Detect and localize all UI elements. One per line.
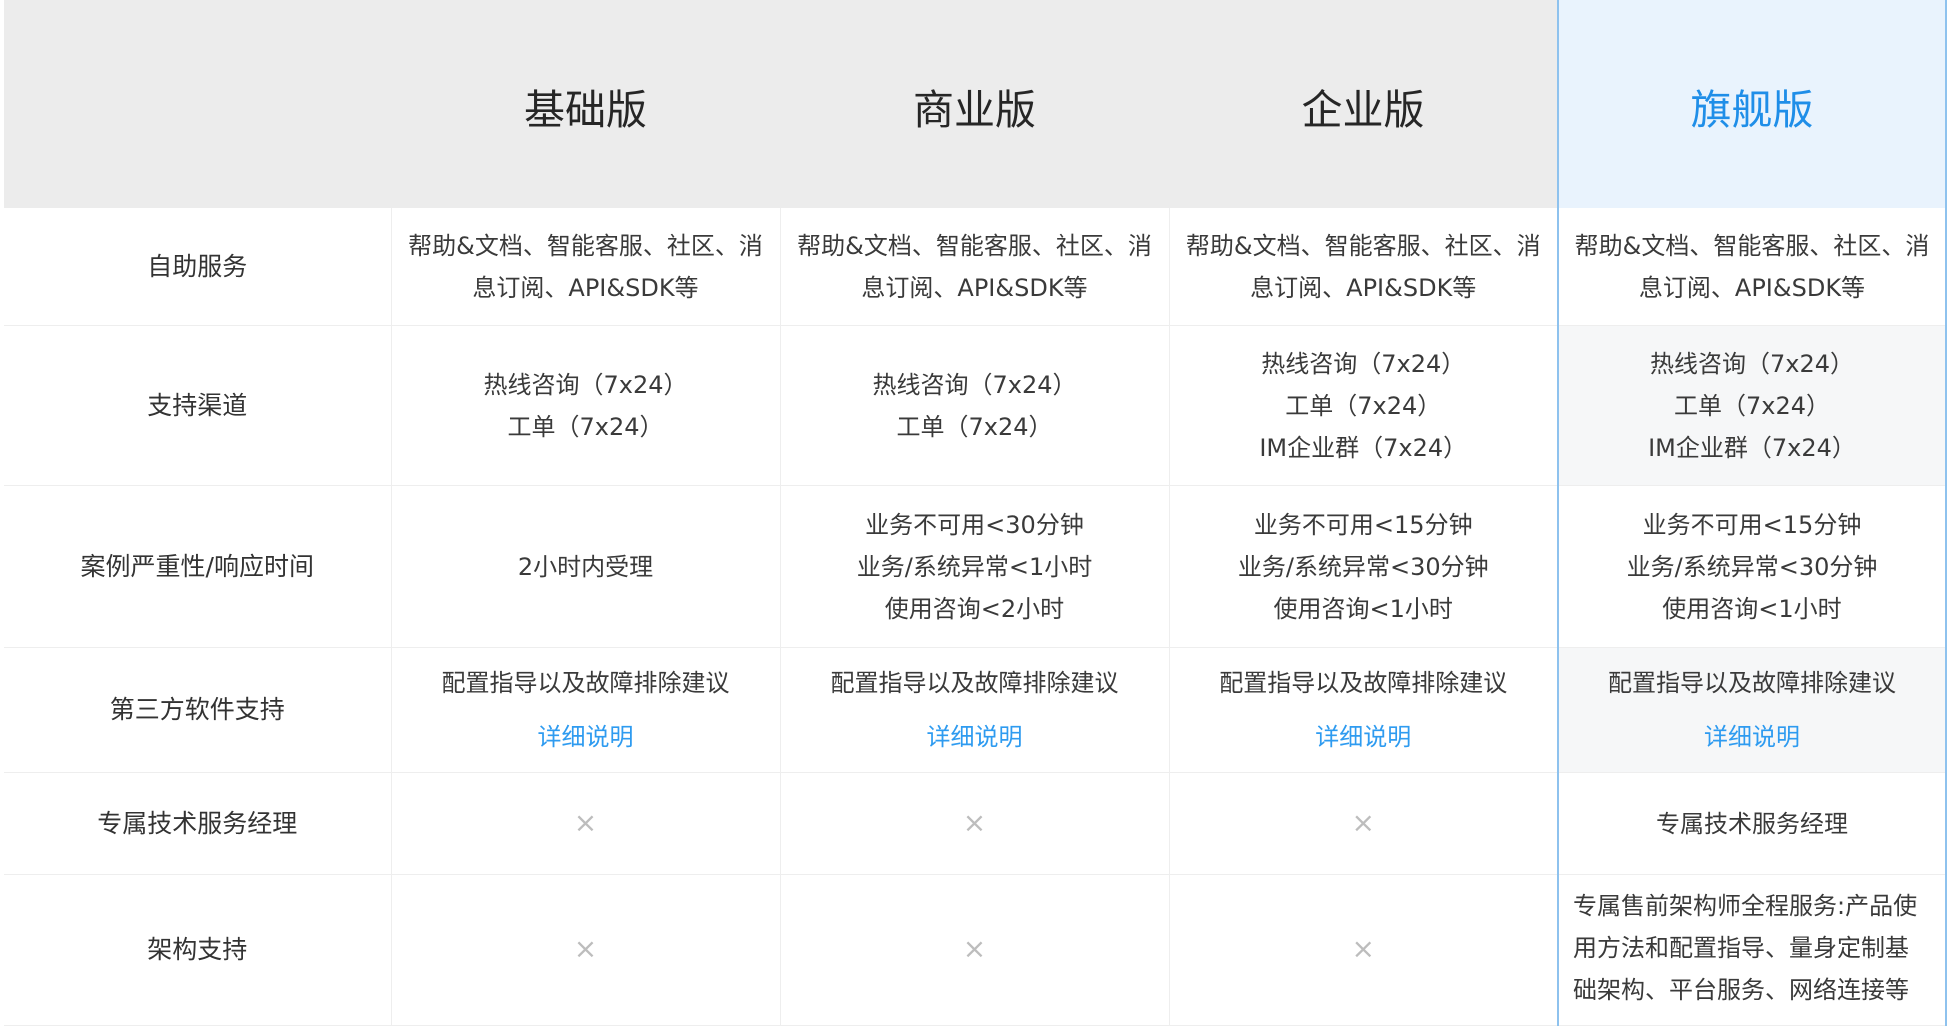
cell-channels-enterprise: 热线咨询（7x24） 工单（7x24） IM企业群（7x24）: [1168, 325, 1558, 486]
cell-self-service-flagship: 帮助&文档、智能客服、社区、消 息订阅、API&SDK等: [1557, 208, 1947, 326]
cell-third-party-flagship: 配置指导以及故障排除建议 详细说明: [1557, 647, 1947, 773]
table-row-severity-response: 案例严重性/响应时间 2小时内受理 业务不可用<30分钟 业务/系统异常<1小时…: [4, 485, 1947, 648]
cell-architecture-enterprise: ×: [1168, 874, 1558, 1026]
table-row-third-party-software: 第三方软件支持 配置指导以及故障排除建议 详细说明 配置指导以及故障排除建议 详…: [4, 647, 1947, 773]
row-label-severity-response: 案例严重性/响应时间: [4, 485, 391, 648]
plan-header-enterprise: 企业版: [1169, 0, 1558, 208]
cell-text: 热线咨询（7x24）: [1649, 349, 1854, 378]
table-row-self-service: 自助服务 帮助&文档、智能客服、社区、消 息订阅、API&SDK等 帮助&文档、…: [4, 208, 1947, 326]
support-plan-comparison-page: 基础版 商业版 企业版 旗舰版 自助服务 帮助&文档、智能客服、社区、消 息订阅…: [0, 0, 1951, 1026]
cell-text: 业务/系统异常<1小时: [856, 552, 1093, 581]
cell-architecture-flagship: 专属售前架构师全程服务:产品使 用方法和配置指导、量身定制基 础架构、平台服务、…: [1557, 874, 1947, 1026]
details-link-enterprise[interactable]: 详细说明: [1184, 716, 1544, 758]
cell-architecture-business: ×: [779, 874, 1169, 1026]
cell-tam-flagship: 专属技术服务经理: [1557, 772, 1947, 875]
cell-text: IM企业群（7x24）: [1259, 433, 1468, 462]
table-row-support-channels: 支持渠道 热线咨询（7x24） 工单（7x24） 热线咨询（7x24） 工单（7…: [4, 325, 1947, 486]
not-included-icon: ×: [962, 932, 987, 965]
plan-header-business: 商业版: [780, 0, 1169, 208]
cell-text: 息订阅、API&SDK等: [472, 273, 699, 302]
cell-text: 热线咨询（7x24）: [872, 370, 1077, 399]
cell-text: 帮助&文档、智能客服、社区、消: [1185, 231, 1541, 260]
cell-severity-business: 业务不可用<30分钟 业务/系统异常<1小时 使用咨询<2小时: [779, 485, 1169, 648]
cell-text: 配置指导以及故障排除建议: [830, 669, 1119, 697]
architecture-description: 专属售前架构师全程服务:产品使 用方法和配置指导、量身定制基 础架构、平台服务、…: [1573, 875, 1931, 1011]
header-corner: [4, 0, 391, 208]
details-link-basic[interactable]: 详细说明: [406, 716, 766, 758]
cell-channels-flagship: 热线咨询（7x24） 工单（7x24） IM企业群（7x24）: [1557, 325, 1947, 486]
cell-text: 帮助&文档、智能客服、社区、消: [408, 231, 763, 260]
cell-text: 业务不可用<15分钟: [1642, 510, 1862, 539]
cell-text: 业务/系统异常<30分钟: [1237, 552, 1489, 581]
cell-text: 使用咨询<2小时: [884, 594, 1065, 623]
cell-text: 配置指导以及故障排除建议: [1608, 669, 1896, 697]
cell-text: 使用咨询<1小时: [1273, 594, 1453, 623]
table-header-row: 基础版 商业版 企业版 旗舰版: [4, 0, 1947, 208]
plan-header-flagship: 旗舰版: [1557, 0, 1947, 208]
cell-architecture-basic: ×: [390, 874, 780, 1026]
cell-channels-basic: 热线咨询（7x24） 工单（7x24）: [390, 325, 780, 486]
cell-self-service-basic: 帮助&文档、智能客服、社区、消 息订阅、API&SDK等: [390, 208, 780, 326]
cell-text: 础架构、平台服务、网络连接等: [1573, 976, 1909, 1004]
row-label-dedicated-tam: 专属技术服务经理: [4, 772, 391, 875]
not-included-icon: ×: [573, 932, 598, 965]
plan-comparison-table: 基础版 商业版 企业版 旗舰版 自助服务 帮助&文档、智能客服、社区、消 息订阅…: [4, 0, 1947, 1026]
cell-severity-enterprise: 业务不可用<15分钟 业务/系统异常<30分钟 使用咨询<1小时: [1168, 485, 1558, 648]
cell-self-service-business: 帮助&文档、智能客服、社区、消 息订阅、API&SDK等: [779, 208, 1169, 326]
cell-self-service-enterprise: 帮助&文档、智能客服、社区、消 息订阅、API&SDK等: [1168, 208, 1558, 326]
cell-third-party-enterprise: 配置指导以及故障排除建议 详细说明: [1168, 647, 1558, 773]
cell-text: 使用咨询<1小时: [1662, 594, 1842, 623]
cell-text: 2小时内受理: [517, 552, 654, 581]
cell-text: 帮助&文档、智能客服、社区、消: [797, 231, 1152, 260]
cell-text: IM企业群（7x24）: [1648, 433, 1856, 462]
cell-severity-basic: 2小时内受理: [390, 485, 780, 648]
cell-text: 息订阅、API&SDK等: [1250, 273, 1477, 302]
details-link-flagship[interactable]: 详细说明: [1573, 716, 1931, 758]
cell-text: 工单（7x24）: [896, 412, 1053, 441]
row-label-support-channels: 支持渠道: [4, 325, 391, 486]
cell-tam-business: ×: [779, 772, 1169, 875]
not-included-icon: ×: [1351, 805, 1375, 839]
cell-text: 工单（7x24）: [507, 412, 664, 441]
cell-tam-basic: ×: [390, 772, 780, 875]
cell-text: 配置指导以及故障排除建议: [1219, 669, 1508, 697]
cell-text: 用方法和配置指导、量身定制基: [1573, 934, 1909, 962]
cell-severity-flagship: 业务不可用<15分钟 业务/系统异常<30分钟 使用咨询<1小时: [1557, 485, 1947, 648]
cell-text: 热线咨询（7x24）: [483, 370, 688, 399]
details-link-business[interactable]: 详细说明: [795, 716, 1155, 758]
row-label-third-party-software: 第三方软件支持: [4, 647, 391, 773]
cell-text: 业务不可用<15分钟: [1253, 510, 1473, 539]
row-label-architecture-support: 架构支持: [4, 874, 391, 1026]
cell-text: 息订阅、API&SDK等: [1638, 273, 1866, 302]
cell-text: 工单（7x24）: [1673, 391, 1830, 420]
cell-text: 息订阅、API&SDK等: [861, 273, 1088, 302]
cell-text: 专属售前架构师全程服务:产品使: [1573, 892, 1918, 920]
row-label-self-service: 自助服务: [4, 208, 391, 326]
plan-header-basic: 基础版: [391, 0, 780, 208]
cell-third-party-basic: 配置指导以及故障排除建议 详细说明: [390, 647, 780, 773]
not-included-icon: ×: [1351, 932, 1375, 965]
cell-text: 业务/系统异常<30分钟: [1626, 552, 1878, 581]
table-row-dedicated-tam: 专属技术服务经理 × × × 专属技术服务经理: [4, 772, 1947, 875]
cell-text: 业务不可用<30分钟: [865, 510, 1084, 539]
table-row-architecture-support: 架构支持 × × × 专属售前架构师全程服务:产品使 用方法和配置指导、量身定制…: [4, 874, 1947, 1026]
not-included-icon: ×: [962, 805, 987, 839]
not-included-icon: ×: [573, 805, 598, 839]
cell-channels-business: 热线咨询（7x24） 工单（7x24）: [779, 325, 1169, 486]
cell-third-party-business: 配置指导以及故障排除建议 详细说明: [779, 647, 1169, 773]
cell-text: 帮助&文档、智能客服、社区、消: [1574, 231, 1930, 260]
cell-text: 工单（7x24）: [1285, 391, 1442, 420]
cell-text: 配置指导以及故障排除建议: [441, 669, 730, 697]
cell-text: 热线咨询（7x24）: [1261, 349, 1466, 378]
cell-tam-enterprise: ×: [1168, 772, 1558, 875]
